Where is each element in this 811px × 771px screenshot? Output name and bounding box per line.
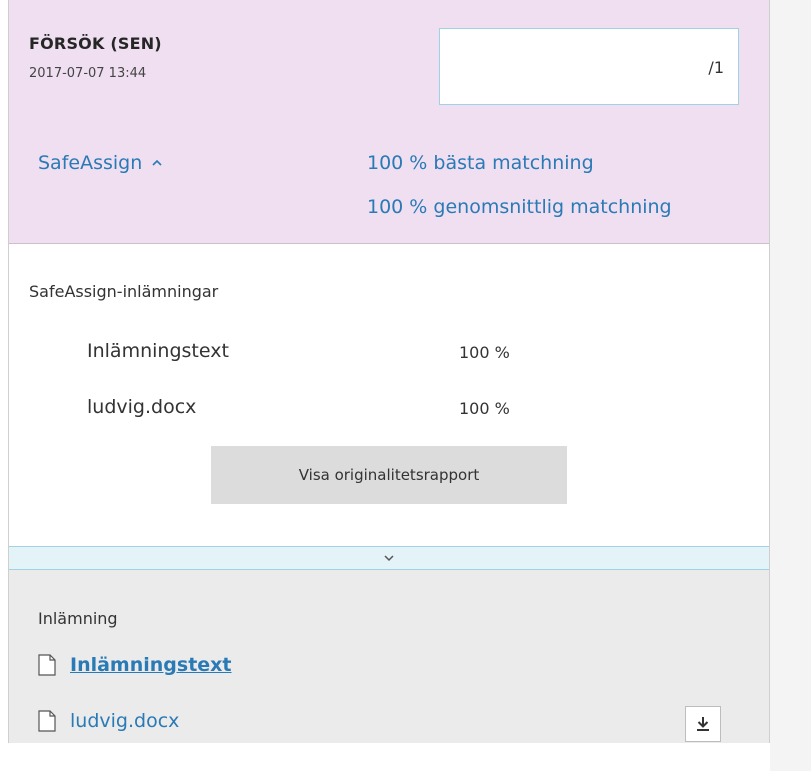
average-match: 100 % genomsnittlig matchning	[367, 196, 672, 218]
chevron-down-icon	[384, 555, 394, 562]
best-match: 100 % bästa matchning	[367, 152, 594, 174]
safeassign-heading: SafeAssign-inlämningar	[29, 282, 219, 301]
grade-total: /1	[708, 58, 724, 77]
view-originality-report-button[interactable]: Visa originalitetsrapport	[211, 446, 567, 504]
file-link[interactable]: Inlämningstext	[70, 654, 232, 676]
grade-input[interactable]: /1	[439, 28, 739, 105]
chevron-up-icon	[152, 159, 162, 166]
submission-heading: Inlämning	[38, 609, 118, 628]
submission-section: Inlämning Inlämningstext ludvig.docx	[9, 570, 769, 743]
document-icon	[38, 654, 56, 676]
safeassign-row-value: 100 %	[459, 399, 510, 418]
download-icon	[697, 717, 709, 731]
safeassign-row-name: Inlämningstext	[87, 340, 229, 362]
attempt-header: FÖRSÖK (SEN) 2017-07-07 13:44 /1 SafeAss…	[9, 0, 769, 244]
safeassign-row-name: ludvig.docx	[87, 396, 197, 418]
right-scroll-area	[770, 0, 811, 771]
safeassign-submissions: SafeAssign-inlämningar Inlämningstext 10…	[9, 244, 769, 546]
collapse-bar[interactable]	[9, 546, 769, 570]
file-item[interactable]: ludvig.docx	[38, 710, 179, 732]
safeassign-row-value: 100 %	[459, 343, 510, 362]
attempt-title: FÖRSÖK (SEN)	[29, 34, 162, 53]
attempt-panel: FÖRSÖK (SEN) 2017-07-07 13:44 /1 SafeAss…	[8, 0, 770, 743]
safeassign-toggle[interactable]: SafeAssign	[38, 152, 164, 174]
safeassign-toggle-label: SafeAssign	[38, 152, 143, 174]
file-link[interactable]: ludvig.docx	[70, 710, 179, 732]
page: FÖRSÖK (SEN) 2017-07-07 13:44 /1 SafeAss…	[0, 0, 811, 771]
file-item[interactable]: Inlämningstext	[38, 654, 232, 676]
download-button[interactable]	[685, 706, 721, 742]
attempt-date: 2017-07-07 13:44	[29, 66, 147, 81]
document-icon	[38, 710, 56, 732]
